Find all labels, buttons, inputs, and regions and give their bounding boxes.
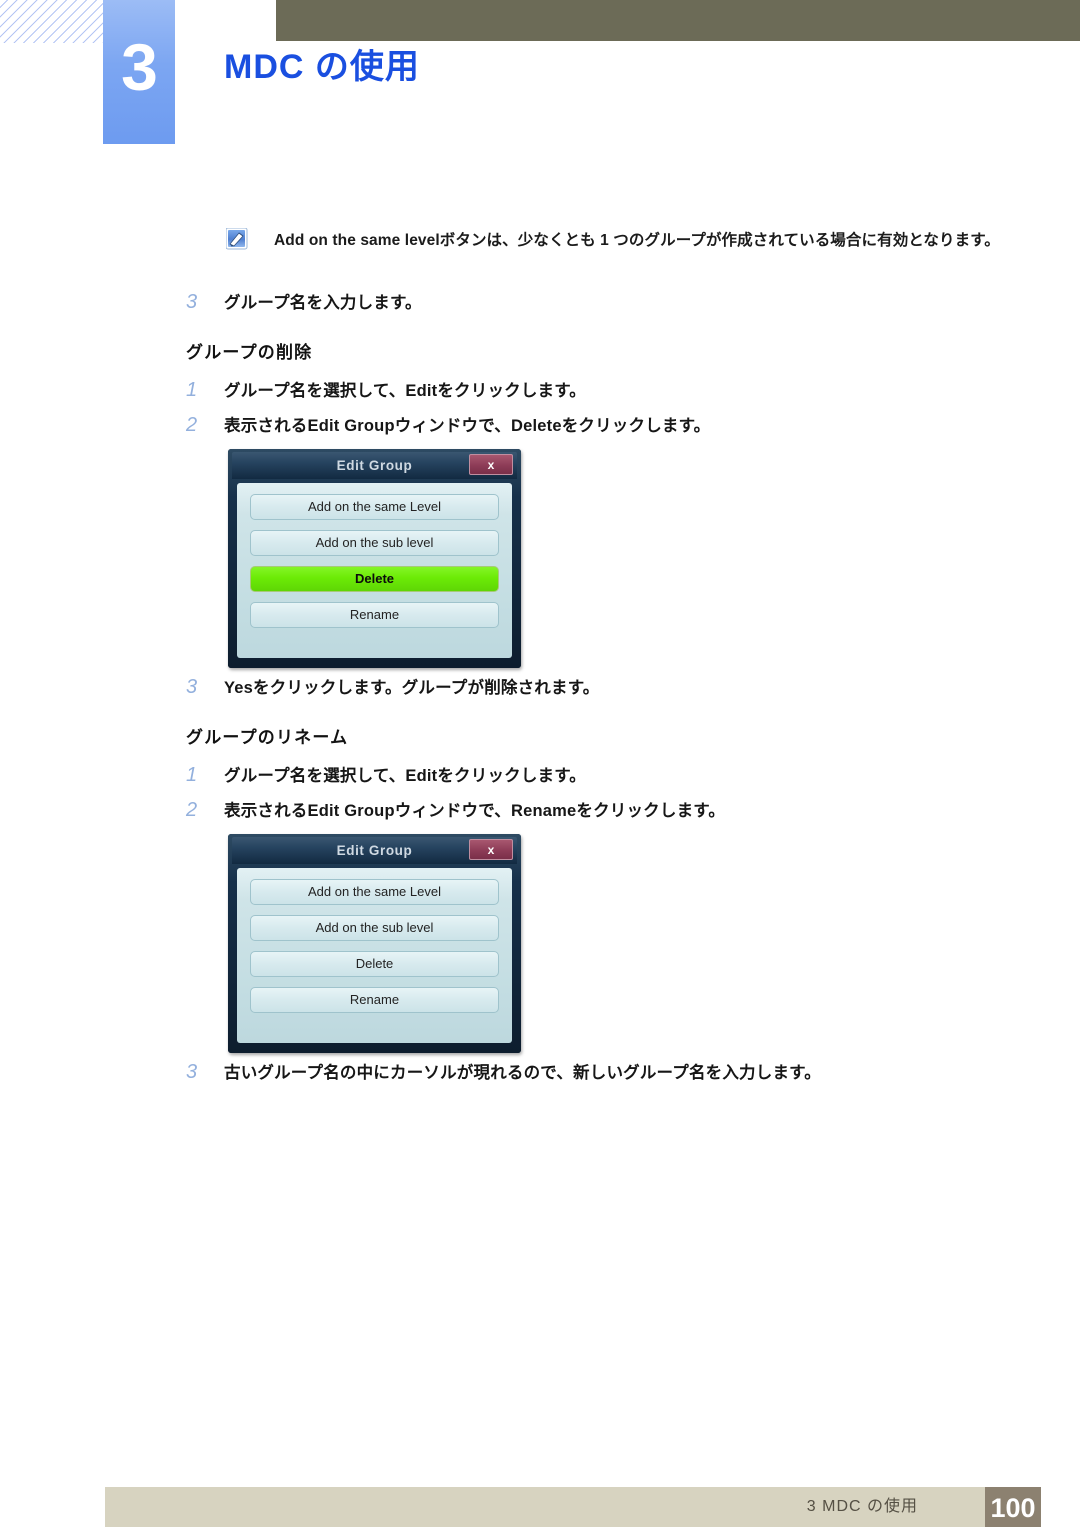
step-number: 3 [186,676,198,698]
page-title: MDC の使用 [224,48,420,86]
step-text: Yesをクリックします。グループが削除されます。 [224,679,600,697]
step-rename-2: 2 表示されるEdit Groupウィンドウで、Renameをクリックします。 [186,798,986,824]
step-number: 2 [186,414,198,436]
note-pencil-icon [226,228,248,250]
step-text: 表示されるEdit Groupウィンドウで、Deleteをクリックします。 [224,417,711,435]
dialog-titlebar: Edit Group x [232,452,517,479]
step-delete-2: 2 表示されるEdit Groupウィンドウで、Deleteをクリックします。 [186,413,986,439]
dialog-titlebar: Edit Group x [232,837,517,864]
page-header: 3 MDC の使用 [0,0,1080,150]
step-rename-1: 1 グループ名を選択して、Editをクリックします。 [186,763,986,789]
chapter-number: 3 [121,30,158,104]
step-rename-3: 3 古いグループ名の中にカーソルが現れるので、新しいグループ名を入力します。 [186,1060,1046,1086]
footer-bar: 3 MDC の使用 [105,1487,985,1527]
header-olive-bar [276,0,1080,41]
rename-button[interactable]: Rename [250,602,499,628]
note-callout: Add on the same levelボタンは、少なくとも 1 つのグループ… [226,226,1016,255]
step-text: グループ名を入力します。 [224,294,422,312]
close-icon[interactable]: x [469,839,513,860]
step-delete-1: 1 グループ名を選択して、Editをクリックします。 [186,378,986,404]
section-heading-rename: グループのリネーム [186,728,349,747]
dialog-body: Add on the same Level Add on the sub lev… [237,868,512,1043]
step-number: 1 [186,764,198,786]
edit-group-dialog-delete[interactable]: Edit Group x Add on the same Level Add o… [228,449,521,668]
step-text: グループ名を選択して、Editをクリックします。 [224,767,587,785]
add-on-same-level-button[interactable]: Add on the same Level [250,879,499,905]
add-on-sub-level-button[interactable]: Add on the sub level [250,915,499,941]
page-number: 100 [985,1487,1041,1527]
step-text: グループ名を選択して、Editをクリックします。 [224,382,587,400]
add-on-sub-level-button[interactable]: Add on the sub level [250,530,499,556]
step-number: 1 [186,379,198,401]
step-number: 2 [186,799,198,821]
step-delete-3: 3 Yesをクリックします。グループが削除されます。 [186,675,986,701]
delete-button[interactable]: Delete [250,566,499,592]
edit-group-dialog-rename[interactable]: Edit Group x Add on the same Level Add o… [228,834,521,1053]
footer-text: 3 MDC の使用 [806,1498,918,1515]
step-number: 3 [186,1061,198,1083]
add-on-same-level-button[interactable]: Add on the same Level [250,494,499,520]
step-text: 古いグループ名の中にカーソルが現れるので、新しいグループ名を入力します。 [224,1064,821,1082]
step-number: 3 [186,291,198,313]
step-add-3: 3 グループ名を入力します。 [186,290,986,316]
delete-button[interactable]: Delete [250,951,499,977]
rename-button[interactable]: Rename [250,987,499,1013]
close-icon[interactable]: x [469,454,513,475]
note-text: Add on the same levelボタンは、少なくとも 1 つのグループ… [274,232,1000,249]
dialog-body: Add on the same Level Add on the sub lev… [237,483,512,658]
step-text: 表示されるEdit Groupウィンドウで、Renameをクリックします。 [224,802,726,820]
section-heading-delete: グループの削除 [186,343,313,362]
